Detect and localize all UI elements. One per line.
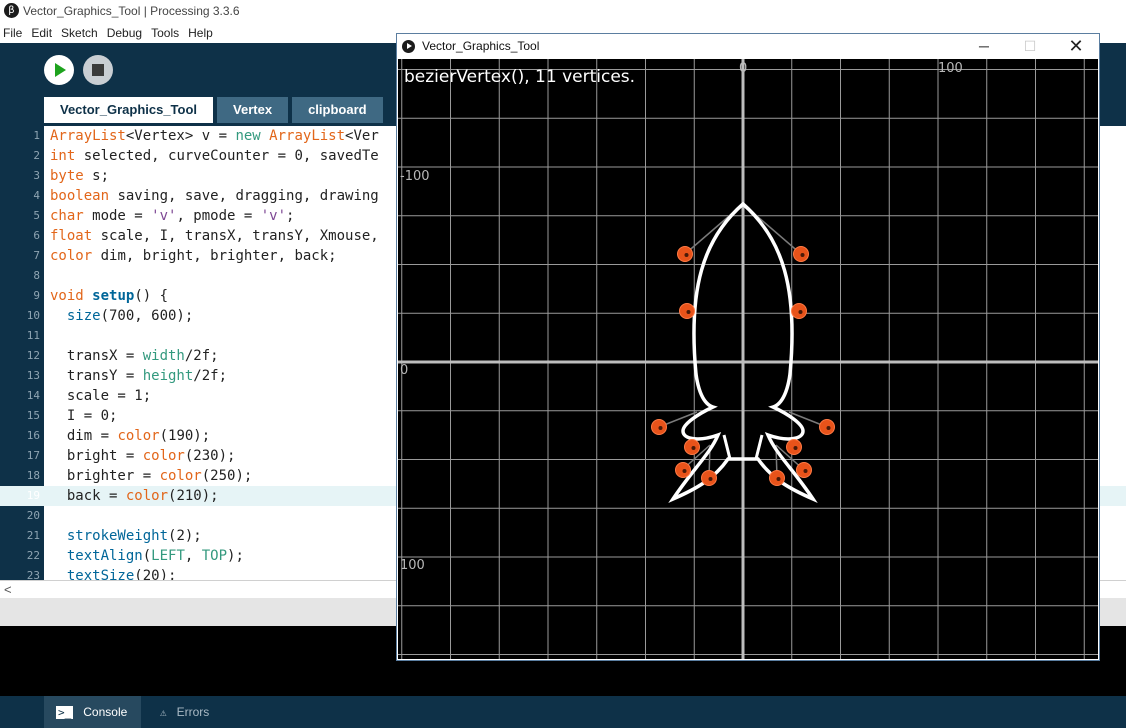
processing-beta-icon: β	[4, 3, 19, 18]
code-text: float scale, I, transX, transY, Xmouse,	[50, 228, 379, 244]
tab-clipboard[interactable]: clipboard	[292, 97, 383, 123]
line-number: 7	[33, 249, 40, 262]
code-text: bright = color(230);	[50, 448, 236, 464]
control-point-center	[776, 477, 781, 481]
line-number: 17	[26, 449, 40, 462]
minimize-button[interactable]: ─	[961, 34, 1007, 59]
axis-label-left-neg-hundred: -100	[400, 169, 430, 184]
axis-label-left-hundred: 100	[400, 558, 425, 573]
console-icon: >_	[56, 705, 74, 719]
line-number: 18	[26, 469, 40, 482]
warning-icon: ⚠	[160, 705, 167, 719]
window-title: Vector_Graphics_Tool | Processing 3.3.6	[23, 4, 240, 18]
line-number: 19	[26, 489, 40, 502]
code-text: back = color(210);	[50, 488, 219, 504]
code-text: brighter = color(250);	[50, 468, 253, 484]
code-text: I = 0;	[50, 408, 118, 424]
control-point-center	[658, 426, 663, 430]
menu-help[interactable]: Help	[188, 26, 213, 40]
sketch-window: Vector_Graphics_Tool ─ ☐ ✕ 0 100 -100 0 …	[396, 33, 1100, 661]
line-number: 14	[26, 389, 40, 402]
code-text: void setup() {	[50, 288, 169, 304]
line-number: 9	[33, 289, 40, 302]
control-point-center	[708, 477, 713, 481]
code-text: boolean saving, save, dragging, drawing	[50, 188, 379, 204]
sketch-title: Vector_Graphics_Tool	[422, 39, 540, 53]
run-button[interactable]	[44, 55, 74, 85]
console-footer: >_ Console ⚠ Errors	[0, 696, 1126, 728]
line-number: 8	[33, 269, 40, 282]
tab-vector-graphics-tool[interactable]: Vector_Graphics_Tool	[44, 97, 214, 123]
axis-label-top-zero: 0	[739, 61, 748, 76]
console-tab[interactable]: >_ Console	[44, 696, 142, 728]
line-number: 4	[33, 189, 40, 202]
control-point-center	[682, 469, 687, 473]
code-text: transY = height/2f;	[50, 368, 228, 384]
code-text: transX = width/2f;	[50, 348, 219, 364]
line-number: 15	[26, 409, 40, 422]
menu-debug[interactable]: Debug	[107, 26, 142, 40]
control-point-center	[826, 426, 831, 430]
editor-tabs: Vector_Graphics_Tool Vertex clipboard	[44, 97, 387, 123]
status-text: bezierVertex(), 11 vertices.	[404, 67, 636, 87]
line-number: 12	[26, 349, 40, 362]
canvas-background	[398, 59, 1098, 659]
close-button[interactable]: ✕	[1053, 34, 1099, 59]
code-text: int selected, curveCounter = 0, savedTe	[50, 148, 379, 164]
line-number: 13	[26, 369, 40, 382]
menu-tools[interactable]: Tools	[151, 26, 179, 40]
line-number: 6	[33, 229, 40, 242]
control-point-center	[793, 446, 798, 450]
stop-button[interactable]	[83, 55, 113, 85]
line-number: 2	[33, 149, 40, 162]
menu-file[interactable]: File	[3, 26, 22, 40]
code-text: char mode = 'v', pmode = 'v';	[50, 208, 295, 224]
axis-label-top-hundred: 100	[938, 61, 963, 76]
scroll-left-icon[interactable]: <	[4, 582, 12, 597]
line-number: 23	[26, 569, 40, 580]
code-text: byte s;	[50, 168, 110, 184]
control-point-center	[691, 446, 696, 450]
line-number: 20	[26, 509, 40, 522]
control-point-center	[684, 253, 689, 257]
line-number: 22	[26, 549, 40, 562]
drawing-surface[interactable]	[398, 59, 1098, 659]
errors-tab-label: Errors	[176, 705, 210, 719]
errors-tab[interactable]: ⚠ Errors	[148, 696, 223, 728]
title-bar: β Vector_Graphics_Tool | Processing 3.3.…	[0, 0, 1126, 22]
code-text: color dim, bright, brighter, back;	[50, 248, 337, 264]
tab-vertex[interactable]: Vertex	[217, 97, 289, 123]
code-text: strokeWeight(2);	[66, 528, 202, 544]
console-tab-label: Console	[83, 705, 128, 719]
sketch-canvas[interactable]: 0 100 -100 0 100 bezierVertex(), 11 vert…	[398, 59, 1098, 659]
sketch-run-icon	[402, 40, 415, 53]
line-number: 11	[26, 329, 40, 342]
line-number: 1	[33, 129, 40, 142]
control-point-center	[686, 310, 691, 314]
code-text: ArrayList<Vertex> v = new ArrayList<Ver	[50, 128, 379, 144]
axis-label-left-zero: 0	[400, 363, 409, 378]
play-icon	[55, 63, 66, 77]
code-text: size(700, 600);	[66, 308, 194, 324]
menu-edit[interactable]: Edit	[31, 26, 52, 40]
sketch-title-bar: Vector_Graphics_Tool ─ ☐ ✕	[397, 34, 1099, 59]
code-text: textSize(20);	[66, 568, 177, 580]
stop-icon	[92, 64, 104, 76]
code-text: textAlign(LEFT, TOP);	[66, 548, 244, 564]
code-text: scale = 1;	[50, 388, 152, 404]
line-number: 16	[26, 429, 40, 442]
control-point-center	[803, 469, 808, 473]
menu-sketch[interactable]: Sketch	[61, 26, 98, 40]
line-number: 10	[26, 309, 40, 322]
code-text: dim = color(190);	[50, 428, 211, 444]
maximize-button[interactable]: ☐	[1007, 34, 1053, 59]
line-number: 3	[33, 169, 40, 182]
line-number: 5	[33, 209, 40, 222]
control-point-center	[800, 253, 805, 257]
line-number: 21	[26, 529, 40, 542]
control-point-center	[798, 310, 803, 314]
